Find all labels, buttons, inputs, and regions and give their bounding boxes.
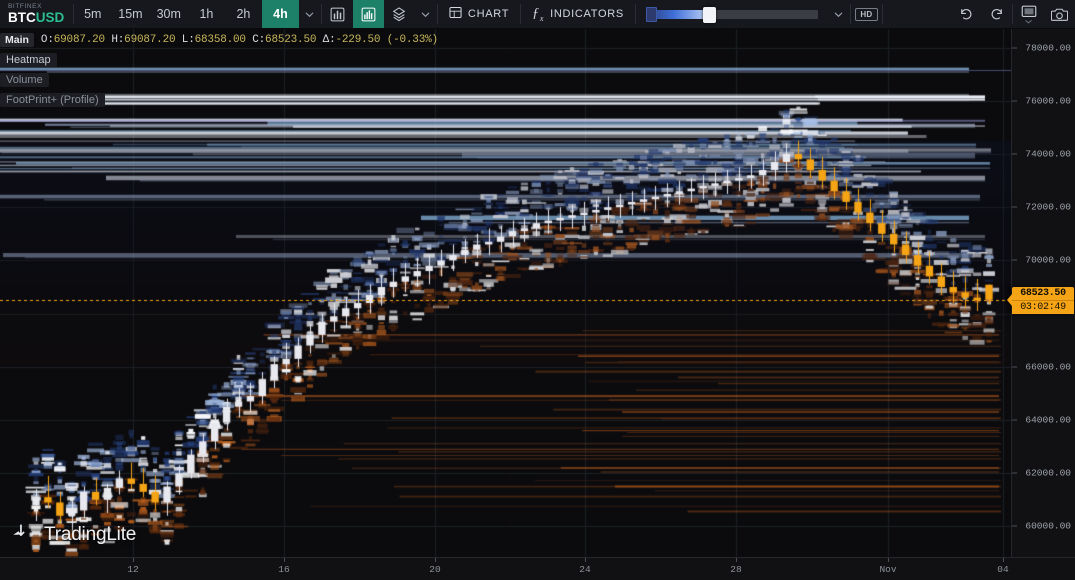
timeframe-5m[interactable]: 5m <box>74 0 111 28</box>
fx-icon: ƒx <box>532 6 544 23</box>
ohlc-low-key: L: <box>182 34 195 46</box>
price-tag-arrow <box>1007 294 1012 306</box>
legend-indicator-footprint[interactable]: FootPrint+ (Profile) <box>0 90 438 110</box>
price-tick-label: 78000.00 <box>1025 42 1071 53</box>
time-tick-mark <box>1003 558 1004 562</box>
slider-track[interactable] <box>646 10 818 19</box>
slider-dropdown-chevron-down-icon[interactable] <box>828 0 850 28</box>
time-tick-label: 04 <box>997 564 1008 575</box>
legend-indicator-heatmap[interactable]: Heatmap <box>0 50 438 70</box>
heatmap-bars-icon[interactable] <box>353 0 384 28</box>
chart-legend: Main O:69087.20 H:69087.20 L:68358.00 C:… <box>0 30 438 110</box>
candle-countdown: 03:02:49 <box>1012 300 1074 314</box>
legend-main-chip: Main <box>0 33 34 47</box>
price-tick-mark <box>1012 473 1017 474</box>
time-tick-mark <box>284 558 285 562</box>
layers-dropdown-chevron-down-icon[interactable] <box>415 0 437 28</box>
symbol-quote: USD <box>36 10 65 25</box>
price-tick-mark <box>1012 260 1017 261</box>
chart-menu-label: CHART <box>468 8 509 20</box>
time-tick-mark <box>585 558 586 562</box>
bar-chart-icon[interactable] <box>322 0 353 28</box>
price-tick-label: 70000.00 <box>1025 255 1071 266</box>
price-tick-label: 62000.00 <box>1025 468 1071 479</box>
legend-main-row[interactable]: Main O:69087.20 H:69087.20 L:68358.00 C:… <box>0 30 438 50</box>
timeframe-2h[interactable]: 2h <box>225 0 262 28</box>
ohlc-percent: (-0.33%) <box>387 34 438 46</box>
price-tick-label: 72000.00 <box>1025 202 1071 213</box>
timeframe-dropdown-chevron-down-icon[interactable] <box>299 0 321 28</box>
time-tick-label: 24 <box>579 564 590 575</box>
symbol-selector[interactable]: BITFINEX BTCUSD <box>0 0 73 28</box>
slider-left-cap[interactable] <box>646 7 657 22</box>
ohlc-open-key: O: <box>41 34 54 46</box>
toolbar-spacer <box>883 0 950 28</box>
redo-icon[interactable] <box>981 0 1012 28</box>
tradinglite-app: BITFINEX BTCUSD 5m 15m 30m 1h 2h 4h <box>0 0 1075 580</box>
symbol-label: BTCUSD <box>8 11 64 25</box>
price-tick-label: 64000.00 <box>1025 415 1071 426</box>
ohlc-close-key: C: <box>252 34 265 46</box>
camera-icon[interactable] <box>1044 0 1075 28</box>
slider-handle[interactable] <box>703 7 716 23</box>
price-tick-label: 76000.00 <box>1025 95 1071 106</box>
symbol-base: BTC <box>8 10 36 25</box>
time-tick-mark <box>435 558 436 562</box>
timeframe-30m[interactable]: 30m <box>150 0 188 28</box>
layers-icon[interactable] <box>384 0 415 28</box>
screen-layout-icon[interactable] <box>1013 0 1044 28</box>
top-toolbar: BITFINEX BTCUSD 5m 15m 30m 1h 2h 4h <box>0 0 1075 29</box>
ohlc-close-value: 68523.50 <box>265 34 316 46</box>
price-tick-mark <box>1012 366 1017 367</box>
price-tick-mark <box>1012 100 1017 101</box>
time-tick-label: 12 <box>127 564 138 575</box>
current-price-tag[interactable]: 68523.50 03:02:49 <box>1012 287 1074 314</box>
ohlc-high-value: 69087.20 <box>124 34 175 46</box>
price-tick-mark <box>1012 47 1017 48</box>
legend-footprint-label: FootPrint+ (Profile) <box>0 93 105 107</box>
hd-quality-button[interactable]: HD <box>851 0 882 28</box>
heatmap-intensity-slider[interactable] <box>636 0 828 28</box>
ohlc-delta-value: -229.50 <box>335 34 380 46</box>
time-tick-label: 20 <box>429 564 440 575</box>
time-tick-label: Nov <box>879 564 896 575</box>
price-tick-mark <box>1012 420 1017 421</box>
price-tick-label: 60000.00 <box>1025 521 1071 532</box>
legend-heatmap-label: Heatmap <box>0 53 57 67</box>
price-tick-mark <box>1012 154 1017 155</box>
screen-layout-chevron-down-icon <box>1024 19 1033 24</box>
indicators-menu-button[interactable]: ƒx INDICATORS <box>521 0 635 28</box>
timeframe-1h[interactable]: 1h <box>188 0 225 28</box>
legend-indicator-volume[interactable]: Volume <box>0 70 438 90</box>
hd-badge-label: HD <box>855 8 877 21</box>
price-tick-label: 74000.00 <box>1025 149 1071 160</box>
ohlc-open-value: 69087.20 <box>54 34 105 46</box>
price-axis[interactable]: 68523.50 03:02:49 78000.00 76000.00 74000.… <box>1011 29 1075 557</box>
legend-ohlc: O:69087.20 H:69087.20 L:68358.00 C:68523… <box>41 34 438 46</box>
timeframe-15m[interactable]: 15m <box>111 0 149 28</box>
time-tick-mark <box>133 558 134 562</box>
price-tick-mark <box>1012 207 1017 208</box>
ohlc-delta-key: Δ: <box>323 34 336 46</box>
price-tick-mark <box>1012 526 1017 527</box>
ohlc-low-value: 68358.00 <box>195 34 246 46</box>
chart-grid-icon <box>449 6 462 22</box>
undo-icon[interactable] <box>950 0 981 28</box>
time-tick-label: 16 <box>278 564 289 575</box>
time-axis[interactable]: 12 16 20 24 28 Nov 04 <box>0 557 1075 580</box>
timeframe-4h[interactable]: 4h <box>262 0 299 28</box>
price-tick-label: 66000.00 <box>1025 361 1071 372</box>
current-price-value: 68523.50 <box>1012 287 1074 300</box>
indicators-menu-label: INDICATORS <box>550 8 624 20</box>
legend-volume-label: Volume <box>0 73 49 87</box>
ohlc-high-key: H: <box>111 34 124 46</box>
time-tick-label: 28 <box>730 564 741 575</box>
time-tick-mark <box>888 558 889 562</box>
chart-menu-button[interactable]: CHART <box>438 0 520 28</box>
time-tick-mark <box>736 558 737 562</box>
